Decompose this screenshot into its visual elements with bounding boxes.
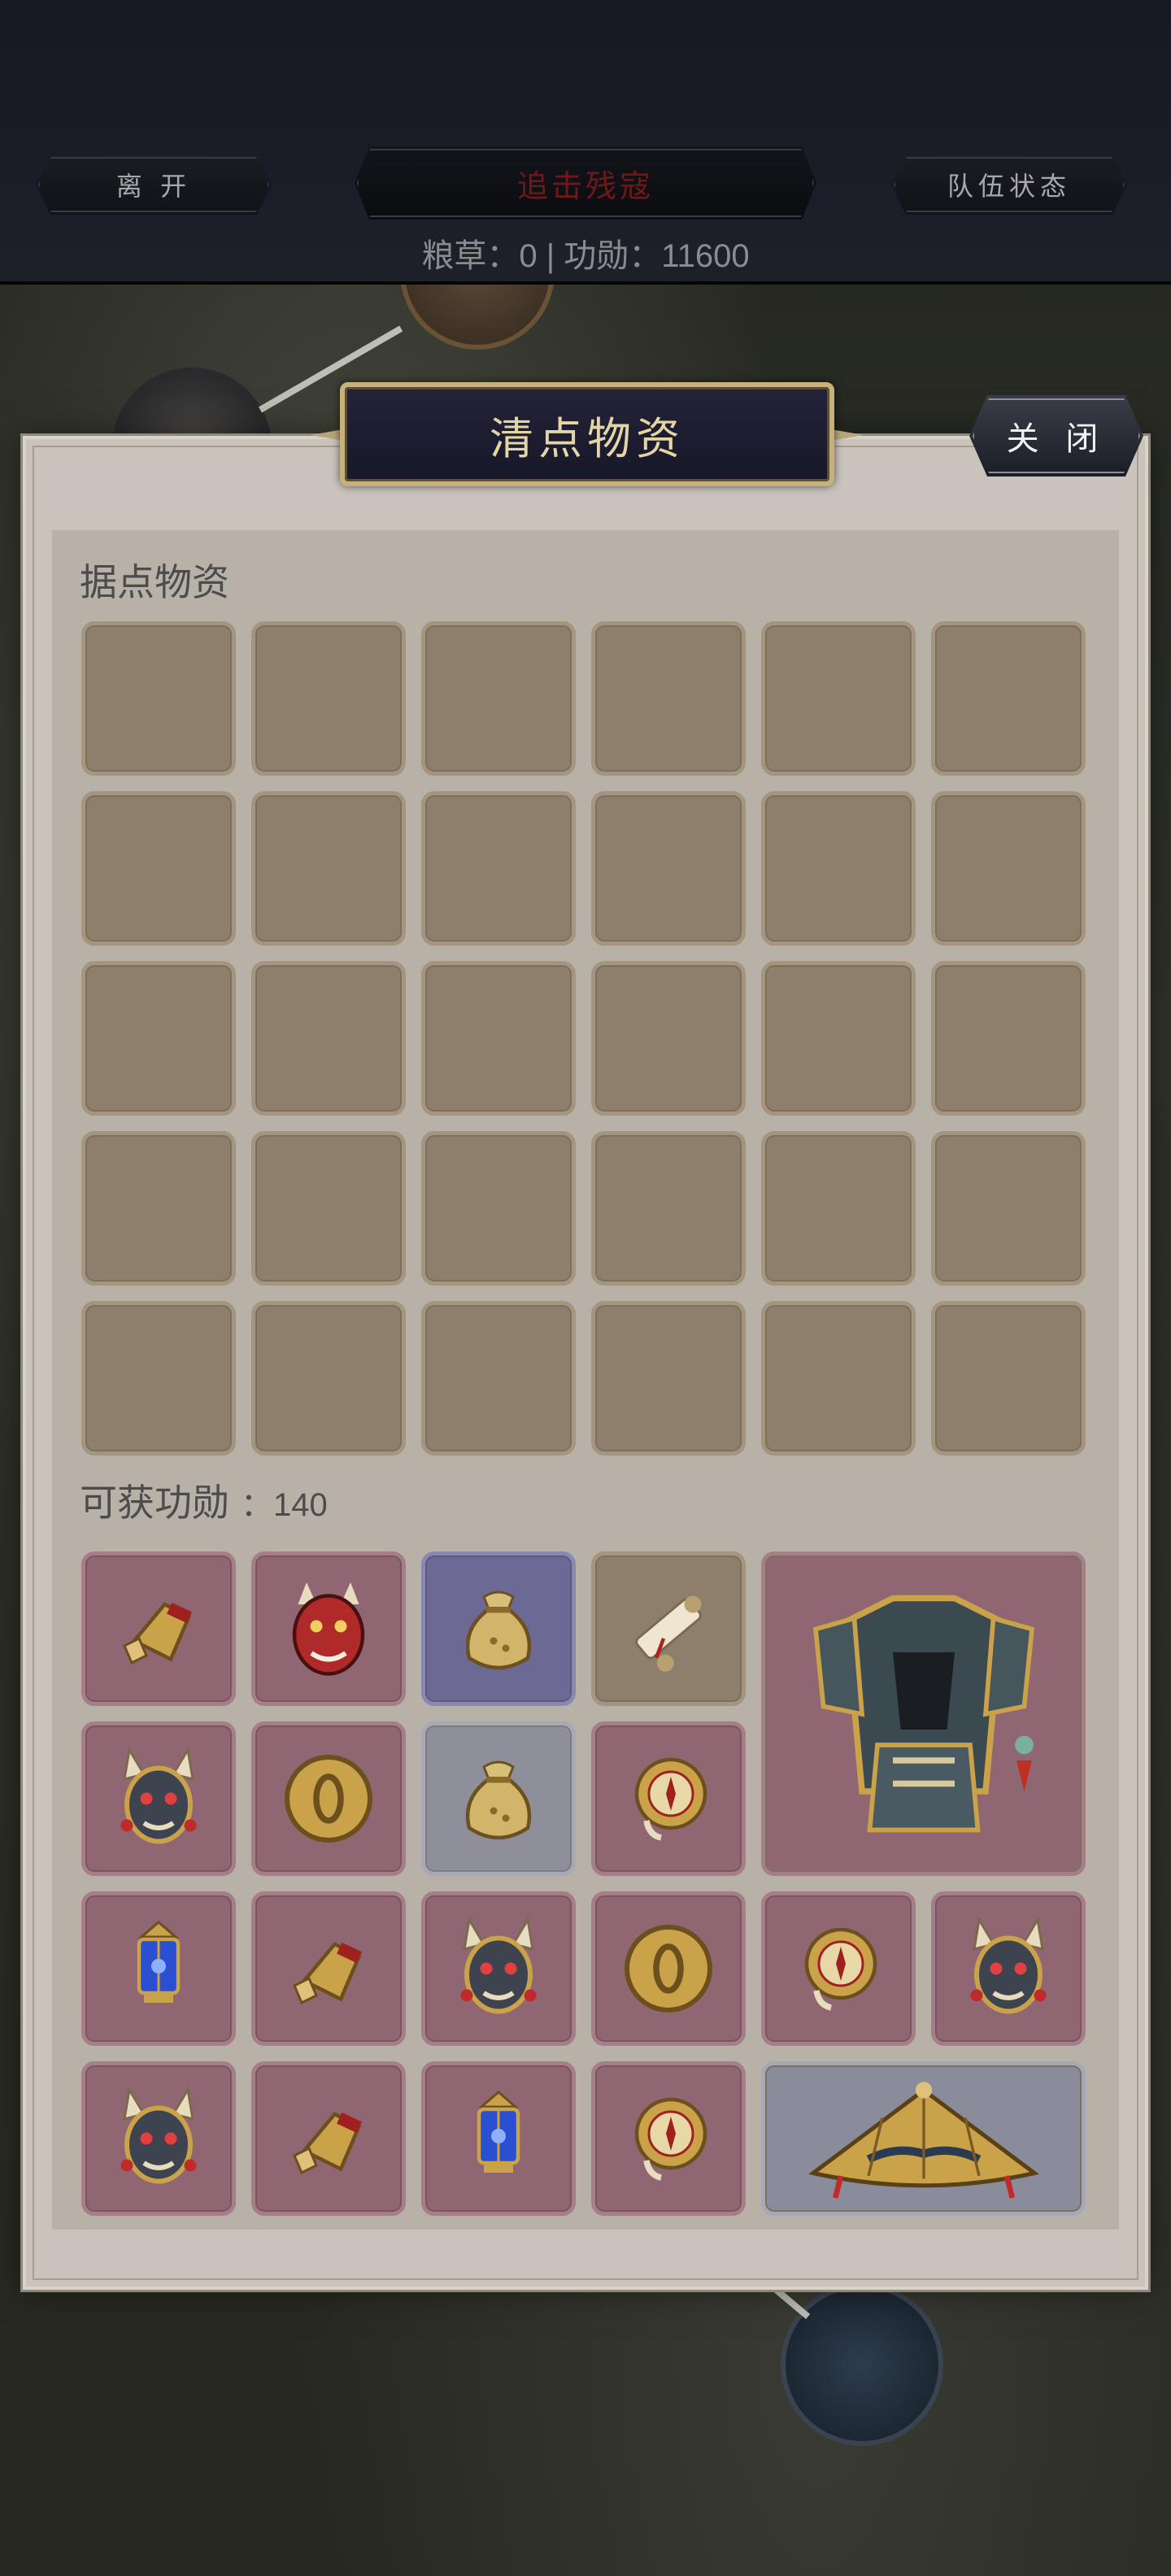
reward-item-slot[interactable] [591, 1551, 746, 1706]
empty-item-slot[interactable] [761, 791, 916, 946]
empty-item-slot[interactable] [81, 621, 236, 776]
gold-coin-icon [607, 1908, 729, 2030]
stronghold-supplies-heading: 据点物资 [80, 560, 229, 604]
empty-item-slot[interactable] [251, 1301, 406, 1456]
team-status-button[interactable]: 队伍状态 [891, 154, 1127, 215]
merit-label: 可获功勋 [80, 1481, 229, 1525]
empty-item-slot[interactable] [251, 1131, 406, 1286]
close-button-label: 关 闭 [1006, 420, 1107, 458]
empty-item-slot[interactable] [251, 621, 406, 776]
empty-item-slot[interactable] [421, 961, 576, 1116]
samurai-armor-icon [769, 1560, 1078, 1869]
reward-item-slot[interactable] [421, 1721, 576, 1876]
reward-item-slot[interactable] [761, 1551, 1086, 1876]
stronghold-supplies-grid [81, 621, 1088, 1456]
scroll-icon [607, 1568, 729, 1690]
horned-oni-mask-icon [98, 2078, 220, 2200]
reward-item-slot[interactable] [761, 2061, 1086, 2216]
reward-item-slot[interactable] [251, 1551, 406, 1706]
gold-coin-icon [268, 1738, 390, 1860]
reward-items-grid [81, 1551, 1088, 2216]
leave-button[interactable]: 离 开 [36, 154, 272, 215]
empty-item-slot[interactable] [931, 1131, 1086, 1286]
empty-item-slot[interactable] [421, 621, 576, 776]
reward-item-slot[interactable] [81, 1721, 236, 1876]
empty-item-slot[interactable] [931, 1301, 1086, 1456]
red-oni-mask-icon [268, 1568, 390, 1690]
empty-item-slot[interactable] [421, 1301, 576, 1456]
reward-item-slot[interactable] [591, 1721, 746, 1876]
compass-icon [777, 1908, 899, 2030]
empty-item-slot[interactable] [761, 1301, 916, 1456]
gold-pouch-icon [437, 1568, 559, 1690]
team-status-label: 队伍状态 [947, 171, 1071, 202]
empty-item-slot[interactable] [931, 961, 1086, 1116]
golden-gauntlet-icon [98, 1568, 220, 1690]
reward-item-slot[interactable] [591, 1891, 746, 2046]
reward-item-slot[interactable] [591, 2061, 746, 2216]
empty-item-slot[interactable] [931, 791, 1086, 946]
blue-lantern-icon [98, 1908, 220, 2030]
straw-hat-icon [786, 2061, 1062, 2216]
reward-item-slot[interactable] [421, 1891, 576, 2046]
reward-item-slot[interactable] [421, 1551, 576, 1706]
horned-oni-mask-icon [437, 1908, 559, 2030]
empty-item-slot[interactable] [931, 621, 1086, 776]
resource-readout: 粮草：0 | 功勋：11600 [421, 238, 750, 274]
reward-item-slot[interactable] [421, 2061, 576, 2216]
empty-item-slot[interactable] [81, 961, 236, 1116]
empty-item-slot[interactable] [421, 791, 576, 946]
dialog-title: 清点物资 [340, 382, 834, 486]
compass-icon [607, 1738, 729, 1860]
empty-item-slot[interactable] [591, 1131, 746, 1286]
empty-item-slot[interactable] [591, 791, 746, 946]
mission-title-button[interactable]: 追击残寇 [355, 146, 816, 220]
empty-item-slot[interactable] [591, 1301, 746, 1456]
merit-value: ：140 [241, 1487, 328, 1523]
top-bar: 离 开 追击残寇 队伍状态 粮草：0 | 功勋：11600 [0, 0, 1171, 285]
golden-gauntlet-icon [268, 2078, 390, 2200]
empty-item-slot[interactable] [761, 621, 916, 776]
gold-pouch-icon [437, 1738, 559, 1860]
reward-item-slot[interactable] [251, 2061, 406, 2216]
dialog-title-text: 清点物资 [490, 412, 685, 464]
leave-button-label: 离 开 [115, 171, 192, 202]
merit-heading: 可获功勋 ：140 [80, 1473, 328, 1527]
compass-icon [607, 2078, 729, 2200]
empty-item-slot[interactable] [421, 1131, 576, 1286]
map-node-flag-icon [781, 2283, 943, 2446]
horned-oni-mask-icon [947, 1908, 1069, 2030]
reward-item-slot[interactable] [251, 1891, 406, 2046]
horned-oni-mask-icon [98, 1738, 220, 1860]
empty-item-slot[interactable] [591, 961, 746, 1116]
empty-item-slot[interactable] [81, 1131, 236, 1286]
close-button[interactable]: 关 闭 [969, 395, 1143, 476]
blue-lantern-icon [437, 2078, 559, 2200]
reward-item-slot[interactable] [81, 2061, 236, 2216]
golden-gauntlet-icon [268, 1908, 390, 2030]
empty-item-slot[interactable] [81, 1301, 236, 1456]
empty-item-slot[interactable] [761, 961, 916, 1116]
reward-item-slot[interactable] [251, 1721, 406, 1876]
reward-item-slot[interactable] [81, 1891, 236, 2046]
empty-item-slot[interactable] [251, 791, 406, 946]
reward-item-slot[interactable] [81, 1551, 236, 1706]
empty-item-slot[interactable] [761, 1131, 916, 1286]
empty-item-slot[interactable] [251, 961, 406, 1116]
reward-item-slot[interactable] [931, 1891, 1086, 2046]
empty-item-slot[interactable] [81, 791, 236, 946]
reward-item-slot[interactable] [761, 1891, 916, 2046]
mission-title-label: 追击残寇 [516, 168, 654, 204]
empty-item-slot[interactable] [591, 621, 746, 776]
